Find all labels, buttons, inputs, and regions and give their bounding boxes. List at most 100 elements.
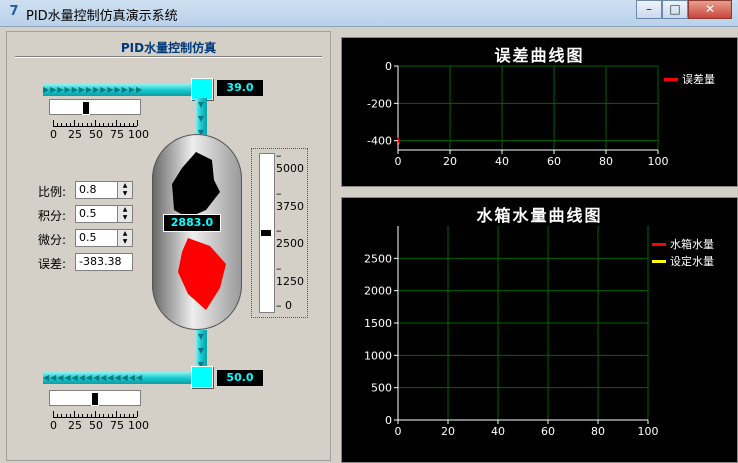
x-tick-label: 100 — [648, 155, 669, 168]
x-tick-label: 60 — [547, 155, 561, 168]
tank-value-display: 2883.0 — [163, 214, 221, 232]
tank-water-region — [178, 238, 226, 310]
x-tick-label: 40 — [495, 155, 509, 168]
y-tick-label: 2500 — [364, 252, 392, 265]
slider-tick — [65, 123, 67, 126]
slider-tick — [78, 123, 80, 126]
y-tick-label: -400 — [367, 135, 392, 148]
d-value: 0.5 — [79, 231, 97, 244]
x-tick-label: 40 — [491, 425, 505, 438]
x-tick-label: 80 — [599, 155, 613, 168]
slider-tick-label: 0 — [50, 128, 57, 141]
slider-tick — [90, 123, 92, 126]
flow-arrows-left-icon: ◀◀◀◀◀◀◀◀◀◀◀◀◀◀ — [43, 373, 144, 382]
maximize-button[interactable]: □ — [662, 0, 688, 19]
slider-tick — [61, 123, 63, 126]
minimize-button[interactable]: – — [636, 0, 662, 19]
slider-tick-label: 100 — [128, 128, 149, 141]
error-field[interactable]: -383.38 — [75, 253, 133, 271]
gauge-label: – 0 — [276, 299, 292, 312]
slider-tick — [120, 123, 122, 126]
gauge-thumb[interactable] — [261, 230, 271, 236]
x-tick-label: 80 — [591, 425, 605, 438]
inlet-slider[interactable] — [49, 99, 141, 115]
slider-tick — [99, 123, 101, 126]
inlet-slider-thumb[interactable] — [81, 101, 90, 115]
x-tick-label: 20 — [441, 425, 455, 438]
flow-arrows-down-icon: ▼ ▼ ▼ — [197, 332, 205, 369]
inlet-pipe: ▶▶▶▶▶▶▶▶▶▶▶▶▶▶ — [43, 84, 195, 96]
slider-tick — [53, 411, 54, 417]
outlet-value-display: 50.0 — [217, 370, 263, 386]
slider-tick — [107, 414, 109, 417]
water-tank — [152, 134, 242, 330]
water-legend-label-1: 水箱水量 — [670, 238, 714, 251]
x-tick-label: 20 — [443, 155, 457, 168]
app-icon: 7 — [9, 4, 19, 19]
slider-tick — [86, 414, 88, 417]
slider-tick — [74, 120, 75, 126]
p-spin-arrows-icon[interactable]: ▲ ▼ — [117, 182, 132, 198]
slider-tick — [120, 414, 122, 417]
simulation-panel: PID水量控制仿真 ▶▶▶▶▶▶▶▶▶▶▶▶▶▶ 39.0 ▼ ▼ ▼ 0 25 50 7… — [6, 31, 331, 461]
slider-tick — [57, 414, 59, 417]
slider-tick-label: 50 — [89, 128, 103, 141]
slider-tick — [82, 414, 84, 417]
inlet-pipe-vertical: ▼ ▼ ▼ — [195, 98, 207, 138]
y-tick-label: 500 — [371, 382, 392, 395]
slider-tick — [132, 414, 134, 417]
slider-tick — [90, 414, 92, 417]
slider-tick — [86, 123, 88, 126]
slider-tick-label: 50 — [89, 419, 103, 432]
inlet-value-display: 39.0 — [217, 80, 263, 96]
slider-tick — [78, 414, 80, 417]
slider-tick-label: 25 — [68, 128, 82, 141]
slider-tick — [111, 123, 113, 126]
outlet-pipe-vertical: ▼ ▼ ▼ — [195, 330, 207, 370]
i-value: 0.5 — [79, 207, 97, 220]
slider-tick — [107, 123, 109, 126]
y-tick-label: 0 — [385, 414, 392, 427]
water-level-gauge: – 5000 – 3750 – 2500 – 1250 – 0 — [251, 148, 308, 318]
error-legend-label: 误差量 — [682, 73, 715, 86]
gauge-label: – 3750 — [276, 186, 304, 213]
flow-arrows-right-icon: ▶▶▶▶▶▶▶▶▶▶▶▶▶▶ — [43, 85, 144, 94]
slider-tick — [137, 411, 138, 417]
slider-tick — [132, 123, 134, 126]
gauge-label: – 2500 — [276, 224, 304, 250]
d-spin-arrows-icon[interactable]: ▲ ▼ — [117, 230, 132, 246]
i-spin-arrows-icon[interactable]: ▲ ▼ — [117, 206, 132, 222]
slider-tick — [69, 414, 71, 417]
outlet-slider-scale — [53, 411, 138, 418]
close-button[interactable]: ✕ — [688, 0, 732, 19]
slider-tick — [99, 414, 101, 417]
panel-title: PID水量控制仿真 — [120, 41, 217, 55]
i-spinbox[interactable]: 0.5 ▲ ▼ — [75, 205, 133, 223]
p-spinbox[interactable]: 0.8 ▲ ▼ — [75, 181, 133, 199]
slider-tick — [128, 123, 130, 126]
slider-tick — [57, 123, 59, 126]
gauge-label: – 5000 — [276, 149, 304, 175]
slider-tick-label: 0 — [50, 419, 57, 432]
x-tick-label: 60 — [541, 425, 555, 438]
i-label: 积分: — [38, 209, 67, 223]
slider-tick — [128, 414, 130, 417]
outlet-valve — [191, 366, 213, 388]
error-legend-swatch — [664, 78, 678, 81]
outlet-slider[interactable] — [49, 390, 141, 406]
outlet-slider-thumb[interactable] — [91, 392, 99, 406]
water-chart-panel: 水箱水量曲线图 0 20 40 60 80 100 0 500 1000 1500 2000 2500… — [341, 197, 738, 463]
slider-tick — [95, 411, 96, 417]
d-spinbox[interactable]: 0.5 ▲ ▼ — [75, 229, 133, 247]
gauge-track[interactable] — [259, 153, 275, 313]
title-bar: 7 PID水量控制仿真演示系统 – □ ✕ — [0, 0, 738, 27]
slider-tick — [74, 411, 75, 417]
slider-tick — [61, 414, 63, 417]
slider-tick — [53, 120, 54, 126]
divider — [15, 56, 322, 58]
y-tick-label: 1500 — [364, 317, 392, 330]
d-label: 微分: — [38, 233, 67, 247]
p-value: 0.8 — [79, 183, 97, 196]
y-tick-label: -200 — [367, 97, 392, 110]
window-title: PID水量控制仿真演示系统 — [26, 9, 178, 24]
